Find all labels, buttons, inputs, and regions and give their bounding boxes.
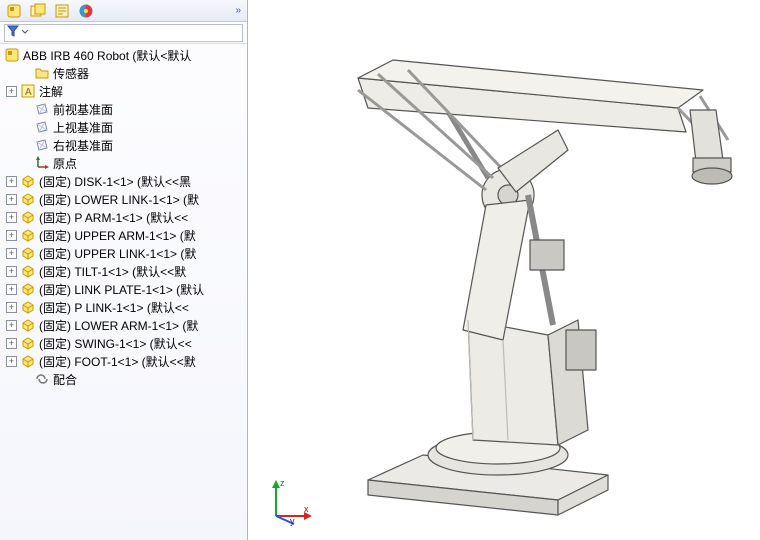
tree-item[interactable]: 原点 [2, 154, 247, 172]
filter-input[interactable] [4, 24, 243, 42]
expand-icon[interactable]: + [6, 338, 17, 349]
feature-tree-panel: » ABB IRB 460 Robot (默认<默认 传感器 + A 注解前视基准面上… [0, 0, 248, 540]
tree-item-label: (固定) LOWER LINK-1<1> (默 [39, 191, 199, 208]
tree-item-label: 前视基准面 [53, 101, 113, 118]
tree-item-label: (固定) UPPER LINK-1<1> (默 [39, 245, 196, 262]
feature-tree[interactable]: ABB IRB 460 Robot (默认<默认 传感器 + A 注解前视基准面上视基… [0, 44, 247, 540]
expand-icon[interactable]: + [6, 356, 17, 367]
expand-placeholder [20, 374, 31, 385]
tree-item[interactable]: + (固定) P ARM-1<1> (默认<< [2, 208, 247, 226]
mate-icon [34, 371, 50, 387]
expand-placeholder [20, 158, 31, 169]
part-icon [20, 335, 36, 351]
tree-root-label: ABB IRB 460 Robot (默认<默认 [23, 47, 191, 64]
tree-item[interactable]: + (固定) TILT-1<1> (默认<<默 [2, 262, 247, 280]
expand-icon[interactable]: + [6, 86, 17, 97]
tree-item[interactable]: + (固定) DISK-1<1> (默认<<黑 [2, 172, 247, 190]
tree-item[interactable]: 配合 [2, 370, 247, 388]
tree-item-label: (固定) TILT-1<1> (默认<<默 [39, 263, 186, 280]
tree-item[interactable]: 右视基准面 [2, 136, 247, 154]
expand-placeholder [20, 140, 31, 151]
part-icon [20, 263, 36, 279]
tree-item[interactable]: + (固定) UPPER LINK-1<1> (默 [2, 244, 247, 262]
tree-item-label: (固定) UPPER ARM-1<1> (默 [39, 227, 196, 244]
origin-icon [34, 155, 50, 171]
folder-icon [34, 65, 50, 81]
tree-root[interactable]: ABB IRB 460 Robot (默认<默认 [2, 46, 247, 64]
robot-model [248, 0, 760, 540]
part-icon [20, 281, 36, 297]
part-icon [20, 317, 36, 333]
tree-item[interactable]: + (固定) LINK PLATE-1<1> (默认 [2, 280, 247, 298]
tree-item-label: 原点 [53, 155, 77, 172]
filter-dropdown-icon[interactable] [21, 27, 29, 39]
tree-item-label: (固定) LINK PLATE-1<1> (默认 [39, 281, 204, 298]
tree-item-label: 传感器 [53, 65, 89, 82]
tree-item-label: (固定) P ARM-1<1> (默认<< [39, 209, 188, 226]
filter-funnel-icon [7, 25, 19, 40]
svg-text:A: A [25, 87, 32, 98]
plane-icon [34, 119, 50, 135]
plane-icon [34, 101, 50, 117]
plane-icon [34, 137, 50, 153]
tree-item-label: 配合 [53, 371, 77, 388]
tree-item-label: (固定) FOOT-1<1> (默认<<默 [39, 353, 196, 370]
tree-item[interactable]: 传感器 [2, 64, 247, 82]
tree-item-label: (固定) P LINK-1<1> (默认<< [39, 299, 189, 316]
expand-placeholder [20, 122, 31, 133]
tree-item-label: 右视基准面 [53, 137, 113, 154]
assembly-icon [4, 47, 20, 63]
tree-item-label: (固定) SWING-1<1> (默认<< [39, 335, 192, 352]
tree-item[interactable]: 上视基准面 [2, 118, 247, 136]
part-icon [20, 209, 36, 225]
part-icon [20, 227, 36, 243]
part-icon [20, 173, 36, 189]
tree-item[interactable]: + A 注解 [2, 82, 247, 100]
graphics-viewport[interactable]: z x y [248, 0, 760, 540]
tree-item-label: 注解 [39, 83, 63, 100]
part-icon [20, 299, 36, 315]
axis-z-label: z [280, 478, 285, 488]
expand-icon[interactable]: + [6, 248, 17, 259]
part-icon [20, 191, 36, 207]
expand-icon[interactable]: + [6, 212, 17, 223]
tree-item[interactable]: + (固定) SWING-1<1> (默认<< [2, 334, 247, 352]
filter-row [0, 22, 247, 44]
expand-icon[interactable]: + [6, 194, 17, 205]
annote-icon: A [20, 83, 36, 99]
expand-placeholder [20, 68, 31, 79]
tree-item[interactable]: 前视基准面 [2, 100, 247, 118]
tree-item[interactable]: + (固定) FOOT-1<1> (默认<<默 [2, 352, 247, 370]
expand-icon[interactable]: + [6, 284, 17, 295]
view-triad[interactable]: z x y [266, 476, 316, 526]
axis-y-label: y [290, 516, 295, 526]
tree-item[interactable]: + (固定) P LINK-1<1> (默认<< [2, 298, 247, 316]
property-manager-icon[interactable] [52, 2, 72, 20]
part-icon [20, 245, 36, 261]
tree-item-label: 上视基准面 [53, 119, 113, 136]
tree-item[interactable]: + (固定) UPPER ARM-1<1> (默 [2, 226, 247, 244]
toolbar-overflow[interactable]: » [235, 5, 243, 16]
tree-item[interactable]: + (固定) LOWER ARM-1<1> (默 [2, 316, 247, 334]
appearances-icon[interactable] [76, 2, 96, 20]
assembly-icon[interactable] [4, 2, 24, 20]
axis-x-label: x [304, 504, 309, 514]
expand-icon[interactable]: + [6, 320, 17, 331]
tree-item-label: (固定) LOWER ARM-1<1> (默 [39, 317, 198, 334]
tree-toolbar: » [0, 0, 247, 22]
expand-placeholder [20, 104, 31, 115]
expand-icon[interactable]: + [6, 176, 17, 187]
expand-icon[interactable]: + [6, 266, 17, 277]
expand-icon[interactable]: + [6, 302, 17, 313]
tree-item[interactable]: + (固定) LOWER LINK-1<1> (默 [2, 190, 247, 208]
tree-item-label: (固定) DISK-1<1> (默认<<黑 [39, 173, 191, 190]
part-icon [20, 353, 36, 369]
configurations-icon[interactable] [28, 2, 48, 20]
expand-icon[interactable]: + [6, 230, 17, 241]
